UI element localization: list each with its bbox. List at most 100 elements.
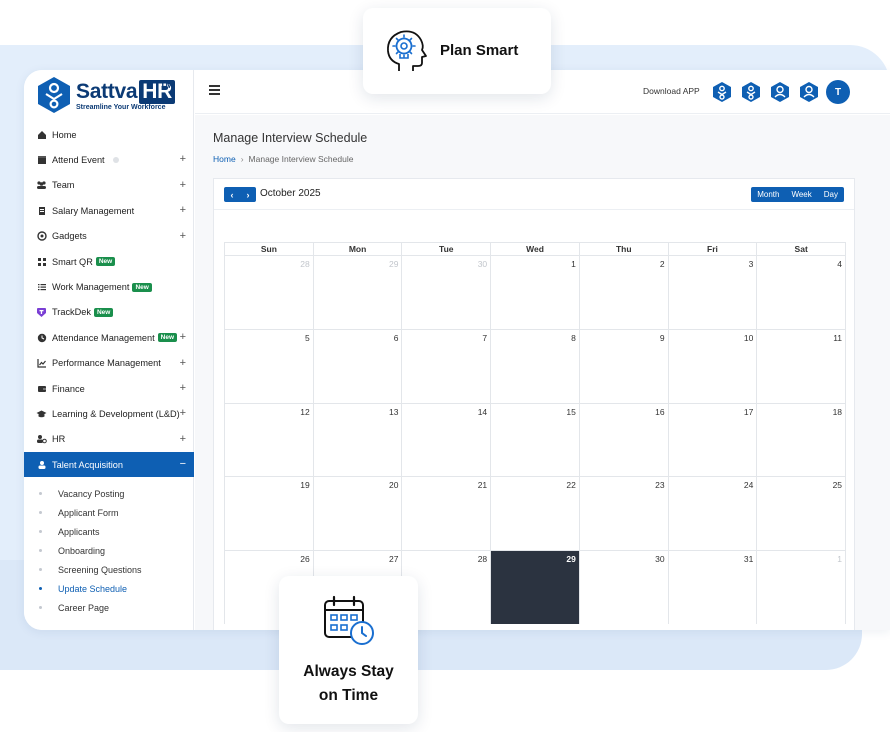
view-month-button[interactable]: Month [751, 187, 785, 202]
logo[interactable]: Sattva HR TM Streamline Your Workforce [36, 76, 186, 116]
calendar-day-cell[interactable]: 14 [402, 403, 492, 477]
main-content: Manage Interview Schedule Home › Manage In… [195, 115, 890, 630]
calendar-day-cell[interactable]: 8 [491, 329, 580, 403]
sidebar-item-label: Attendance Management [52, 332, 155, 343]
app-download-icon[interactable] [711, 81, 733, 103]
sidebar-item-label: Work Management [52, 282, 130, 293]
sidebar-item-gadgets[interactable]: Gadgets + [24, 224, 194, 249]
calendar-day-cell[interactable]: 25 [757, 477, 847, 551]
app-user-icon[interactable] [798, 81, 820, 103]
expand-icon[interactable]: + [180, 433, 186, 445]
hr-icon [36, 434, 47, 445]
calendar-day-cell[interactable]: 17 [669, 403, 758, 477]
sidebar-item-label: TrackDek [52, 307, 91, 318]
view-week-button[interactable]: Week [785, 187, 817, 202]
view-day-button[interactable]: Day [818, 187, 844, 202]
download-app-label[interactable]: Download APP [643, 86, 700, 96]
calendar-day-cell[interactable]: 28 [225, 256, 314, 329]
sidebar-item-talent-acquisition[interactable]: Talent Acquisition − [24, 452, 194, 478]
calendar-day-cell[interactable]: 19 [225, 477, 314, 551]
calendar-day-cell[interactable]: 11 [757, 329, 847, 403]
sidebar-item-attend-event[interactable]: Attend Event + [24, 147, 194, 172]
expand-icon[interactable]: + [180, 179, 186, 191]
calendar-day-cell[interactable]: 24 [669, 477, 758, 551]
expand-icon[interactable]: + [180, 357, 186, 369]
sidebar-item-work-management[interactable]: Work Management New [24, 274, 194, 299]
calendar-day-cell[interactable]: 30 [580, 551, 669, 624]
calendar-day-cell[interactable]: 12 [225, 403, 314, 477]
calendar-day-cell[interactable]: 30 [402, 256, 492, 329]
sidebar-item-trackdek[interactable]: TrackDek New [24, 300, 194, 325]
chart-icon [36, 358, 47, 369]
expand-icon[interactable]: + [180, 407, 186, 419]
sidebar-item-attendance[interactable]: Attendance Management New + [24, 325, 194, 350]
sidebar-item-performance[interactable]: Performance Management + [24, 351, 194, 376]
sidebar-item-team[interactable]: Team + [24, 173, 194, 198]
calendar-day-cell[interactable]: 10 [669, 329, 758, 403]
calendar-day-cell[interactable]: 29 [314, 256, 403, 329]
submenu-item-career-page[interactable]: Career Page [24, 598, 194, 617]
sidebar-item-salary[interactable]: Salary Management + [24, 198, 194, 223]
next-month-button[interactable]: › [240, 187, 256, 202]
weekday-header: Fri [669, 243, 758, 255]
calendar-day-cell[interactable]: 1 [757, 551, 847, 624]
day-number: 31 [743, 554, 754, 565]
sidebar-item-smart-qr[interactable]: Smart QR New [24, 249, 194, 274]
calendar-day-cell[interactable]: 23 [580, 477, 669, 551]
sidebar-item-label: Home [52, 129, 77, 140]
submenu-item-vacancy-posting[interactable]: Vacancy Posting [24, 484, 194, 503]
user-avatar[interactable]: T [826, 80, 850, 104]
menu-icon[interactable] [209, 85, 220, 95]
calendar-day-cell[interactable]: 20 [314, 477, 403, 551]
calendar-day-cell[interactable]: 21 [402, 477, 492, 551]
calendar-day-cell[interactable]: 2 [580, 256, 669, 329]
logo-icon [38, 77, 70, 113]
calendar-day-cell[interactable]: 22 [491, 477, 580, 551]
day-number: 30 [655, 554, 665, 565]
weekday-header: Tue [402, 243, 492, 255]
logo-tagline: Streamline Your Workforce [76, 104, 166, 111]
calendar-day-cell[interactable]: 6 [314, 329, 403, 403]
expand-icon[interactable]: + [180, 230, 186, 242]
calendar-day-cell-today[interactable]: 29 [491, 551, 580, 624]
calendar-day-cell[interactable]: 4 [757, 256, 847, 329]
list-icon [36, 282, 47, 293]
calendar-day-cell[interactable]: 1 [491, 256, 580, 329]
talent-submenu: Vacancy Posting Applicant Form Applicant… [24, 484, 194, 617]
expand-icon[interactable]: + [180, 382, 186, 394]
submenu-item-onboarding[interactable]: Onboarding [24, 541, 194, 560]
expand-icon[interactable]: + [180, 153, 186, 165]
calendar-day-cell[interactable]: 16 [580, 403, 669, 477]
calendar-day-cell[interactable]: 15 [491, 403, 580, 477]
app-download-icon[interactable] [740, 81, 762, 103]
sidebar-item-home[interactable]: Home [24, 122, 194, 147]
calendar-day-cell[interactable]: 18 [757, 403, 847, 477]
prev-month-button[interactable]: ‹ [224, 187, 240, 202]
breadcrumb-home-link[interactable]: Home [213, 154, 236, 164]
page-title: Manage Interview Schedule [213, 131, 368, 145]
sidebar-item-hr[interactable]: HR + [24, 427, 194, 452]
calendar-day-cell[interactable]: 13 [314, 403, 403, 477]
salary-icon [36, 205, 47, 216]
view-switcher: Month Week Day [751, 187, 844, 202]
calendar-day-cell[interactable]: 31 [669, 551, 758, 624]
collapse-icon[interactable]: − [180, 458, 186, 470]
sidebar-item-learning[interactable]: Learning & Development (L&D) + [24, 401, 194, 426]
day-number: 11 [833, 332, 843, 343]
day-number: 21 [477, 480, 488, 491]
sidebar-item-finance[interactable]: Finance + [24, 376, 194, 401]
submenu-item-applicant-form[interactable]: Applicant Form [24, 503, 194, 522]
expand-icon[interactable]: + [180, 204, 186, 216]
expand-icon[interactable]: + [180, 331, 186, 343]
calendar-day-cell[interactable]: 7 [402, 329, 492, 403]
submenu-item-update-schedule[interactable]: Update Schedule [24, 579, 194, 598]
gadget-icon [36, 231, 47, 242]
team-icon [36, 180, 47, 191]
submenu-item-applicants[interactable]: Applicants [24, 522, 194, 541]
calendar-day-cell[interactable]: 5 [225, 329, 314, 403]
calendar-week-row: 12 13 14 15 16 17 18 [224, 402, 847, 477]
calendar-day-cell[interactable]: 3 [669, 256, 758, 329]
app-user-icon[interactable] [769, 81, 791, 103]
calendar-day-cell[interactable]: 9 [580, 329, 669, 403]
submenu-item-screening-questions[interactable]: Screening Questions [24, 560, 194, 579]
